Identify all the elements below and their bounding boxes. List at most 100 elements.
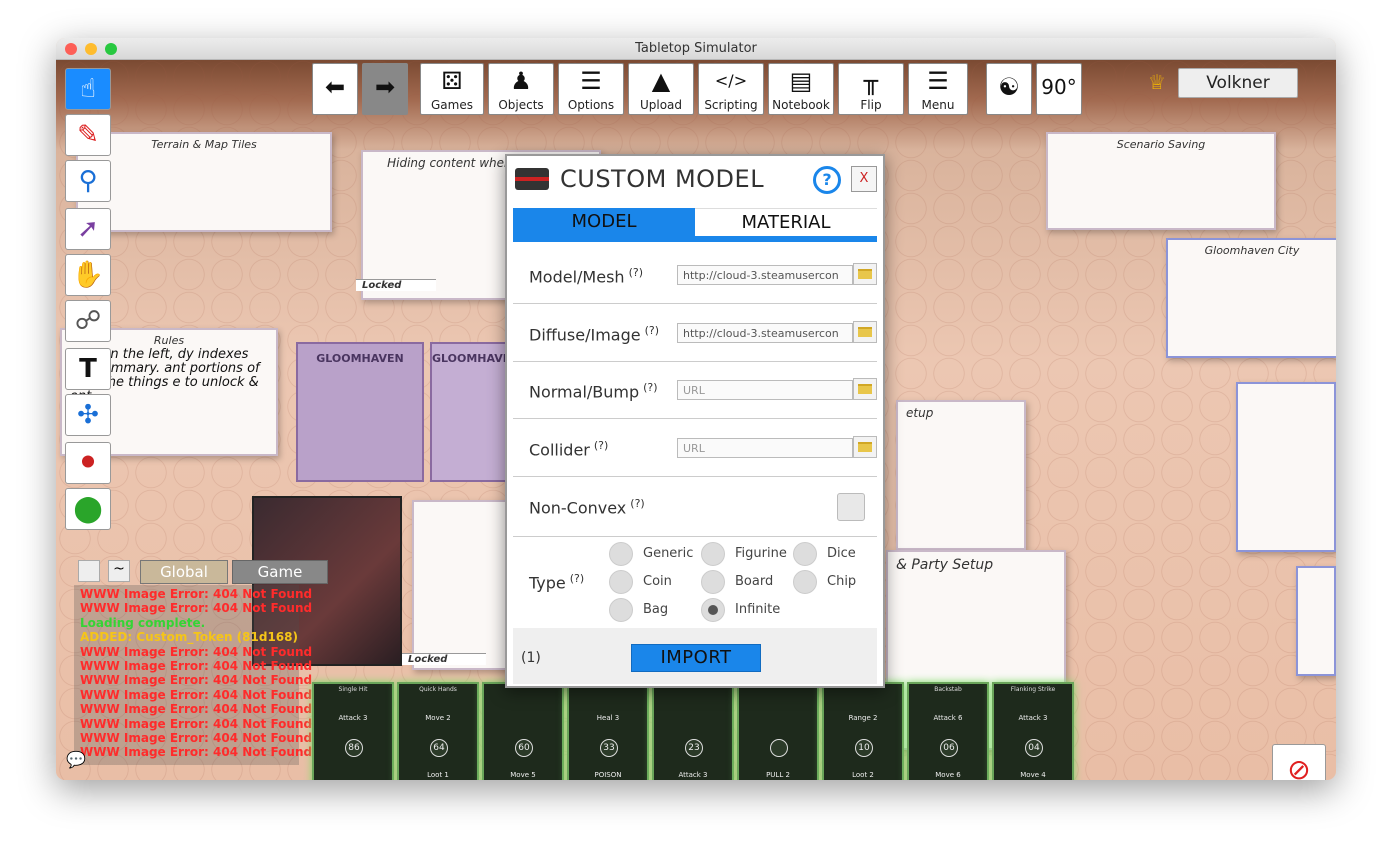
ability-card[interactable]: Quick Hands Move 2 64 Loot 1 — [397, 682, 479, 780]
location-pin-icon: ⚲ — [78, 166, 98, 196]
card-title: Single Hit — [338, 686, 368, 693]
field-row-collider: Collider (?) URL — [513, 421, 877, 477]
chat-log[interactable]: WWW Image Error: 404 Not Found WWW Image … — [74, 585, 313, 765]
card-title: Flanking Strike — [1010, 686, 1056, 693]
stamp-tool[interactable]: ⚫ — [65, 442, 111, 484]
lift-button[interactable]: ☯ — [986, 63, 1032, 115]
ability-card[interactable]: 60 Move 5 — [482, 682, 564, 780]
close-dialog-button[interactable]: X — [851, 166, 877, 192]
model-mesh-input[interactable]: http://cloud-3.steamusercon — [677, 265, 853, 285]
model-mesh-label: Model/Mesh (?) — [529, 266, 643, 287]
gizmo-tool[interactable]: ✣ — [65, 394, 111, 436]
chat-line: WWW Image Error: 404 Not Found — [80, 731, 313, 746]
upload-button[interactable]: ▲ Upload — [628, 63, 694, 115]
type-radio-board[interactable] — [701, 570, 725, 594]
pointer-tool[interactable]: ☝ — [65, 68, 111, 110]
scenario-book[interactable]: GLOOMHAVEN — [430, 342, 520, 482]
flip-button[interactable]: ╥ Flip — [838, 63, 904, 115]
chat-tab-game[interactable]: Game — [232, 560, 328, 584]
import-button[interactable]: IMPORT — [631, 644, 761, 672]
type-radio-dice[interactable] — [793, 542, 817, 566]
no-draw-button[interactable]: ⊘ — [1272, 744, 1326, 780]
ability-card[interactable]: Backstab Attack 6 06 Move 6 — [907, 682, 989, 780]
help-hint[interactable]: (?) — [643, 381, 657, 394]
tab-model[interactable]: MODEL — [513, 208, 695, 236]
line-tool[interactable]: ➚ — [65, 208, 111, 250]
ability-card[interactable]: 23 Attack 3 — [652, 682, 734, 780]
diffuse-image-input[interactable]: http://cloud-3.steamusercon — [677, 323, 853, 343]
stamp-icon: ⚫ — [77, 448, 99, 478]
non-convex-checkbox[interactable] — [837, 493, 865, 521]
type-radio-generic[interactable] — [609, 542, 633, 566]
scripting-button[interactable]: </> Scripting — [698, 63, 764, 115]
chat-tab-global[interactable]: Global — [140, 560, 228, 584]
player-name[interactable]: Volkner — [1178, 68, 1298, 98]
collider-browse-button[interactable] — [853, 436, 877, 458]
games-button[interactable]: ⚄ Games — [420, 63, 484, 115]
monsters-panel[interactable] — [1236, 382, 1336, 552]
type-radio-infinite[interactable] — [701, 598, 725, 622]
chat-line: WWW Image Error: 404 Not Found — [80, 745, 313, 760]
green-ball-tool[interactable]: ⬤ — [65, 488, 111, 530]
game-table[interactable]: Terrain & Map Tiles Hiding content when … — [56, 60, 1336, 780]
ability-card[interactable]: Single Hit Attack 3 86 — [312, 682, 394, 780]
card-num: 23 — [685, 739, 703, 757]
ability-card[interactable]: Range 2 10 Loot 2 — [822, 682, 904, 780]
options-button[interactable]: ☰ Options — [558, 63, 624, 115]
card-num: 64 — [430, 739, 448, 757]
type-radio-coin[interactable] — [609, 570, 633, 594]
locked-label: Locked — [356, 279, 436, 291]
help-hint[interactable]: (?) — [645, 324, 659, 337]
edge-panel[interactable] — [1296, 566, 1336, 676]
pointer-icon: ☝ — [80, 74, 96, 104]
tab-material[interactable]: MATERIAL — [695, 208, 877, 236]
ability-card[interactable]: Flanking Strike Attack 3 04 Move 4 — [992, 682, 1074, 780]
terrain-panel[interactable]: Terrain & Map Tiles — [76, 132, 332, 232]
model-mesh-browse-button[interactable] — [853, 263, 877, 285]
grab-tool[interactable]: ✋ — [65, 254, 111, 296]
type-radio-figurine[interactable] — [701, 542, 725, 566]
notebook-button[interactable]: ▤ Notebook — [768, 63, 834, 115]
help-hint[interactable]: (?) — [570, 572, 584, 585]
rotation-button[interactable]: 90° — [1036, 63, 1082, 115]
chat-line: Loading complete. — [80, 615, 206, 630]
gloomhaven-rulebook[interactable]: GLOOMHAVEN — [296, 342, 424, 482]
card-top: Attack 3 — [338, 714, 368, 722]
normal-bump-browse-button[interactable] — [853, 378, 877, 400]
chat-settings-icon[interactable] — [78, 560, 100, 582]
speech-bubble-icon[interactable]: 💬 — [66, 750, 86, 769]
tab-underline — [513, 236, 877, 242]
chat-tilde-button[interactable]: ~ — [108, 560, 130, 582]
normal-bump-input[interactable]: URL — [677, 380, 853, 400]
ability-card[interactable]: PULL 2 — [737, 682, 819, 780]
gloomhaven-city-panel[interactable]: Gloomhaven City — [1166, 238, 1336, 358]
type-radio-chip[interactable] — [793, 570, 817, 594]
ability-card[interactable]: Heal 3 33 POISON — [567, 682, 649, 780]
question-circle-icon[interactable]: ? — [813, 166, 841, 194]
help-hint[interactable]: (?) — [594, 439, 608, 452]
collider-label: Collider (?) — [529, 439, 609, 460]
options-label: Options — [567, 98, 615, 112]
forward-button[interactable]: ➡ — [362, 63, 408, 115]
text-tool[interactable]: T — [65, 348, 111, 390]
type-option-label: Dice — [827, 546, 856, 561]
scenario-saving-panel[interactable]: Scenario Saving — [1046, 132, 1276, 230]
type-radio-bag[interactable] — [609, 598, 633, 622]
card-bottom: Move 6 — [935, 771, 961, 779]
diffuse-image-browse-button[interactable] — [853, 321, 877, 343]
collider-input[interactable]: URL — [677, 438, 853, 458]
menu-button[interactable]: ☰ Menu — [908, 63, 968, 115]
pen-tool[interactable]: ✎ — [65, 114, 111, 156]
objects-button[interactable]: ♟ Objects — [488, 63, 554, 115]
dice-pile-icon: ⚄ — [441, 67, 463, 95]
help-hint[interactable]: (?) — [630, 497, 644, 510]
folder-icon — [858, 327, 872, 337]
card-bottom: Move 5 — [510, 771, 536, 779]
help-hint[interactable]: (?) — [629, 266, 643, 279]
card-num: 33 — [600, 739, 618, 757]
back-button[interactable]: ⬅ — [312, 63, 358, 115]
setup-panel[interactable]: etup — [896, 400, 1026, 550]
menu-label: Menu — [921, 98, 955, 112]
location-tool[interactable]: ⚲ — [65, 160, 111, 202]
joint-tool[interactable]: ☍ — [65, 300, 111, 342]
